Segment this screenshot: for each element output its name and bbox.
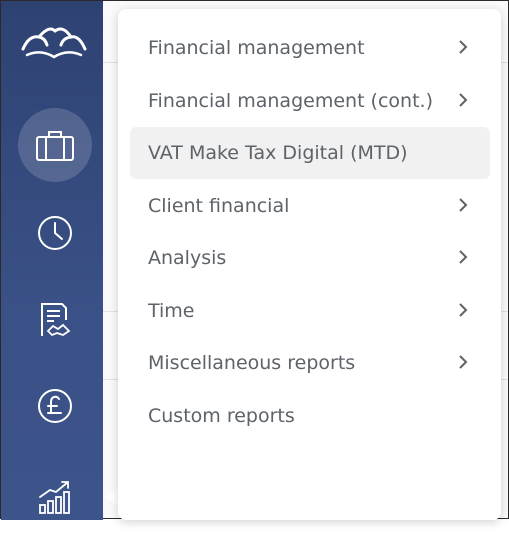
- menu-item-financial-management-cont[interactable]: Financial management (cont.): [130, 75, 490, 127]
- menu-item-financial-management[interactable]: Financial management: [130, 22, 490, 74]
- nav-billing[interactable]: [18, 369, 92, 443]
- brand-logo-icon[interactable]: [19, 23, 89, 63]
- chevron-right-icon: [459, 355, 468, 369]
- chevron-right-icon: [459, 93, 468, 107]
- chevron-right-icon: [459, 40, 468, 54]
- briefcase-icon: [36, 131, 74, 161]
- menu-item-label: Miscellaneous reports: [148, 352, 356, 374]
- menu-item-vat-mtd[interactable]: VAT Make Tax Digital (MTD): [130, 127, 490, 179]
- chart-growth-icon: [39, 481, 70, 514]
- menu-pointer: [105, 488, 118, 506]
- menu-item-label: Client financial: [148, 195, 290, 217]
- chevron-right-icon: [459, 198, 468, 212]
- menu-item-client-financial[interactable]: Client financial: [130, 180, 490, 232]
- menu-item-time[interactable]: Time: [130, 285, 490, 337]
- menu-item-label: Financial management (cont.): [148, 90, 433, 112]
- menu-item-label: Analysis: [148, 247, 227, 269]
- chevron-right-icon: [459, 303, 468, 317]
- nav-reports[interactable]: [18, 459, 92, 533]
- sidebar: [1, 1, 103, 520]
- menu-item-label: Time: [148, 300, 195, 322]
- chevron-right-icon: [459, 250, 468, 264]
- menu-item-label: VAT Make Tax Digital (MTD): [148, 142, 408, 164]
- menu-item-analysis[interactable]: Analysis: [130, 232, 490, 284]
- document-handshake-icon: [41, 303, 71, 337]
- nav-documents[interactable]: [18, 283, 92, 357]
- menu-item-custom-reports[interactable]: Custom reports: [130, 390, 490, 442]
- menu-item-label: Custom reports: [148, 405, 295, 427]
- clock-icon: [38, 216, 72, 250]
- reports-menu: Financial management Financial managemen…: [118, 9, 501, 520]
- menu-item-label: Financial management: [148, 37, 365, 59]
- nav-time[interactable]: [18, 196, 92, 270]
- pound-icon: [38, 389, 72, 423]
- nav-briefcase[interactable]: [18, 108, 92, 182]
- menu-item-miscellaneous-reports[interactable]: Miscellaneous reports: [130, 337, 490, 389]
